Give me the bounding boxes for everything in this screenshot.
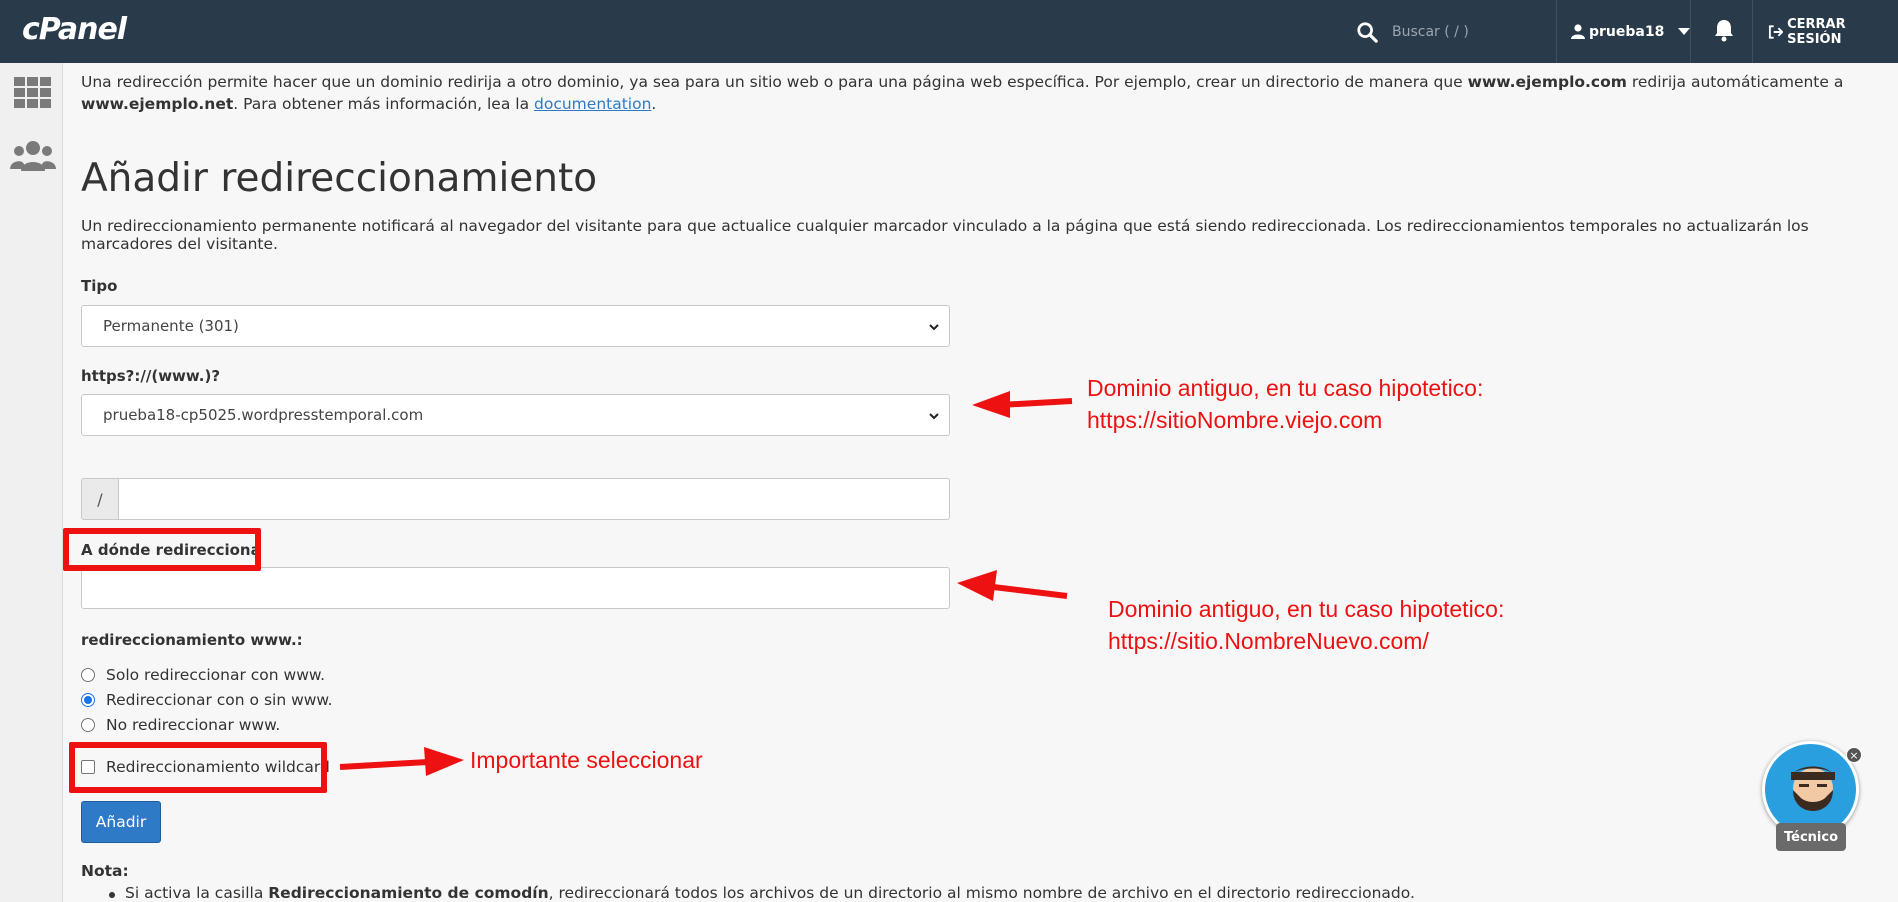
note-text-part: Si activa la casilla	[125, 884, 269, 902]
documentation-link[interactable]: documentation	[534, 95, 651, 113]
intro-text: Una redirección permite hacer que un dom…	[81, 71, 1881, 115]
annotation-line: Dominio antiguo, en tu caso hipotetico:	[1108, 596, 1505, 622]
cpanel-logo[interactable]: cPanel	[22, 12, 127, 47]
path-prefix: /	[81, 478, 119, 520]
top-header: cPanel prueba18 CERRAR SESIÓN	[0, 0, 1898, 63]
radio-option-no-www[interactable]: No redireccionar www.	[81, 716, 280, 734]
user-menu[interactable]: prueba18	[1571, 0, 1691, 63]
intro-text-part: Una redirección permite hacer que un dom…	[81, 73, 1468, 91]
chevron-down-icon	[929, 413, 939, 420]
path-input[interactable]	[119, 478, 950, 520]
chevron-down-icon	[1678, 28, 1691, 35]
user-icon	[1571, 24, 1585, 39]
page-description: Un redireccionamiento permanente notific…	[81, 217, 1809, 253]
annotation-line: https://sitio.NombreNuevo.com/	[1108, 628, 1429, 654]
domain-select[interactable]: prueba18-cp5025.wordpresstemporal.com	[81, 394, 950, 436]
annotation-old-domain: Dominio antiguo, en tu caso hipotetico: …	[1087, 372, 1483, 436]
page-title: Añadir redireccionamiento	[81, 156, 598, 201]
path-input-group: /	[81, 478, 950, 520]
header-divider	[1556, 0, 1557, 63]
search-bar[interactable]	[1356, 0, 1556, 63]
note-text: Si activa la casilla Redireccionamiento …	[125, 884, 1415, 902]
bullet-icon	[109, 892, 115, 898]
highlight-box-target-label	[63, 528, 261, 571]
intro-text-part: .	[651, 95, 657, 113]
grid-icon[interactable]	[12, 75, 54, 113]
chat-widget[interactable]: × Técnico	[1762, 741, 1862, 851]
radio-button-checked[interactable]	[81, 693, 95, 707]
radio-label: Redireccionar con o sin www.	[106, 691, 333, 709]
add-button[interactable]: Añadir	[81, 801, 161, 843]
intro-example-domain: www.ejemplo.net	[81, 95, 234, 113]
type-select[interactable]: Permanente (301)	[81, 305, 950, 347]
close-icon[interactable]: ×	[1846, 747, 1862, 763]
domain-select-value: prueba18-cp5025.wordpresstemporal.com	[103, 406, 424, 424]
radio-label: Solo redireccionar con www.	[106, 666, 326, 684]
www-redirect-label: redireccionamiento www.:	[81, 631, 303, 649]
annotation-line: https://sitioNombre.viejo.com	[1087, 407, 1383, 433]
domain-label: https?://(www.)?	[81, 367, 221, 385]
arrow-icon	[972, 391, 1073, 418]
header-divider	[1690, 0, 1691, 63]
radio-button[interactable]	[81, 718, 95, 732]
annotation-new-domain: Dominio antiguo, en tu caso hipotetico: …	[1108, 593, 1504, 657]
annotation-line: Dominio antiguo, en tu caso hipotetico:	[1087, 375, 1484, 401]
radio-option-only-www[interactable]: Solo redireccionar con www.	[81, 666, 325, 684]
radio-option-with-or-without-www[interactable]: Redireccionar con o sin www.	[81, 691, 333, 709]
arrow-icon	[339, 747, 464, 776]
header-divider	[1752, 0, 1753, 63]
search-icon[interactable]	[1356, 21, 1378, 43]
note-title: Nota:	[81, 862, 129, 880]
username-label: prueba18	[1589, 23, 1665, 40]
logout-label: CERRAR SESIÓN	[1787, 16, 1846, 47]
arrow-icon	[957, 570, 1068, 601]
sidebar	[0, 63, 63, 902]
note-text-part: , redireccionará todos los archivos de u…	[548, 884, 1415, 902]
type-select-value: Permanente (301)	[103, 317, 239, 335]
intro-text-part: redirija automáticamente a	[1626, 73, 1844, 91]
annotation-wildcard: Importante seleccionar	[470, 747, 703, 773]
chevron-down-icon	[929, 324, 939, 331]
logout-button[interactable]: CERRAR SESIÓN	[1768, 0, 1898, 63]
bell-icon[interactable]	[1713, 18, 1735, 42]
target-url-input[interactable]	[81, 567, 950, 609]
note-item: Si activa la casilla Redireccionamiento …	[99, 884, 1879, 902]
radio-label: No redireccionar www.	[106, 716, 281, 734]
highlight-box-wildcard	[69, 742, 327, 793]
chat-label[interactable]: Técnico	[1776, 823, 1846, 851]
type-label: Tipo	[81, 277, 118, 295]
intro-text-part: . Para obtener más información, lea la	[233, 95, 535, 113]
intro-example-domain: www.ejemplo.com	[1467, 73, 1627, 91]
note-text-bold: Redireccionamiento de comodín	[268, 884, 549, 902]
users-icon[interactable]	[10, 139, 56, 177]
logout-icon	[1768, 24, 1784, 39]
radio-button[interactable]	[81, 668, 95, 682]
search-input[interactable]	[1392, 23, 1542, 40]
